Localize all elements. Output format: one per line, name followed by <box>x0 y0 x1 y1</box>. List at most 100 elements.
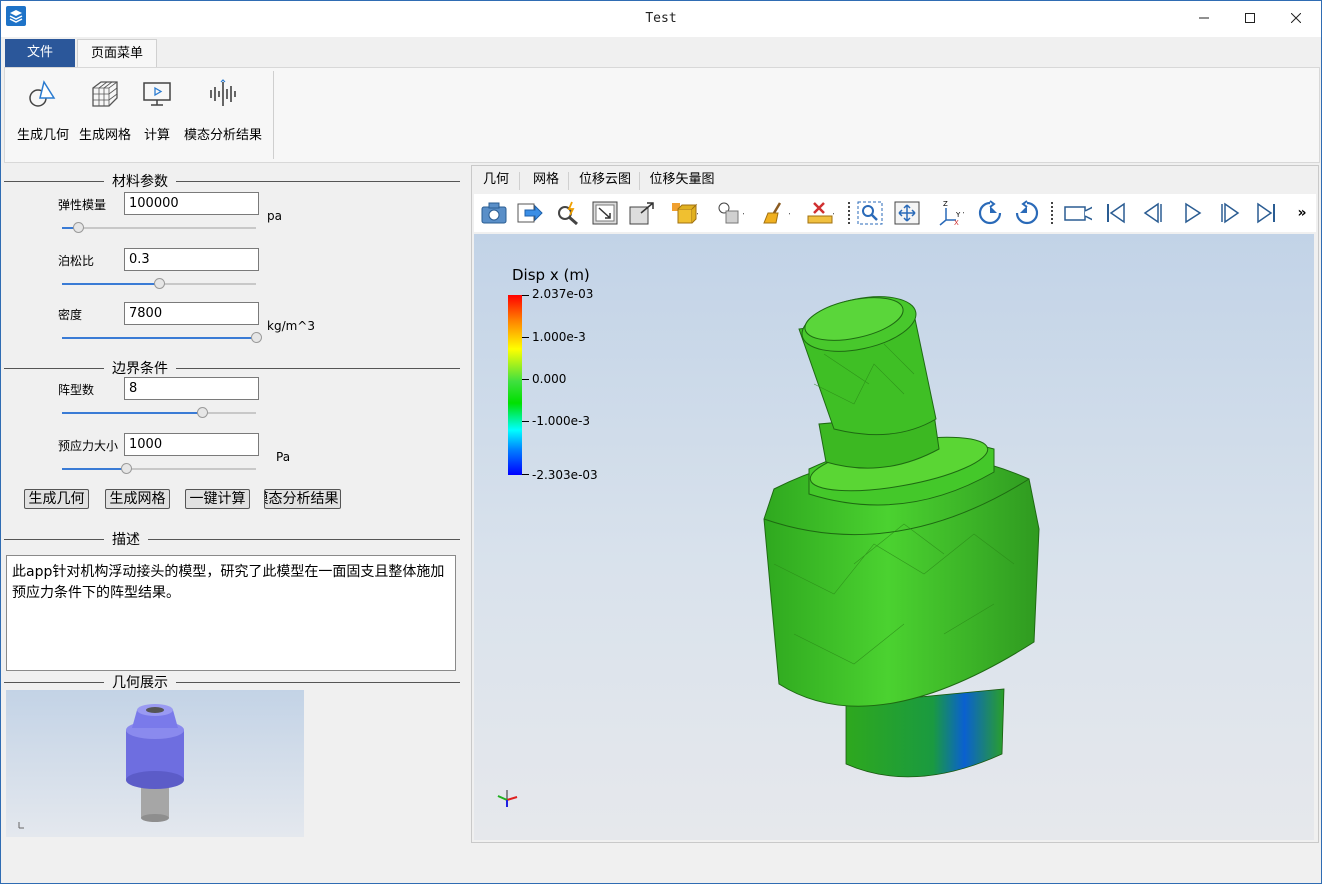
description-section-title: 描述 <box>104 529 148 549</box>
toolbar-separator <box>848 202 850 224</box>
lighting-button[interactable] <box>716 200 744 226</box>
geometry-model-image <box>18 704 184 829</box>
tab-separator <box>639 172 640 190</box>
ruler-button[interactable] <box>806 200 834 226</box>
rotate-ccw-button[interactable] <box>1013 200 1041 226</box>
maximize-icon <box>1245 13 1255 23</box>
next-frame-button[interactable] <box>1215 200 1243 226</box>
generate-mesh-button[interactable]: 生成网格 <box>105 489 170 509</box>
first-frame-button[interactable] <box>1102 200 1130 226</box>
viewer-panel: 几何 网格 位移云图 位移矢量图 Z Y X » Disp x (m) 2.03… <box>471 165 1319 843</box>
3d-viewport[interactable]: Disp x (m) 2.037e-03 1.000e-3 0.000 -1.0… <box>474 234 1314 840</box>
export-button[interactable] <box>516 200 544 226</box>
tab-file[interactable]: 文件 <box>5 39 75 68</box>
description-text: 此app针对机构浮动接头的模型，研究了此模型在一面固支且整体施加预应力条件下的阵… <box>6 555 456 671</box>
pan-button[interactable] <box>893 200 921 226</box>
close-button[interactable] <box>1273 1 1319 35</box>
prestress-input[interactable] <box>124 433 259 456</box>
skip-last-icon <box>1257 202 1275 224</box>
youngs-modulus-input[interactable] <box>124 192 259 215</box>
last-frame-button[interactable] <box>1252 200 1280 226</box>
move-icon <box>894 201 920 225</box>
boundary-section-title: 边界条件 <box>104 358 176 378</box>
toolbar-separator <box>1051 202 1053 224</box>
poisson-ratio-slider[interactable] <box>62 278 256 290</box>
monitor-play-icon <box>143 82 171 106</box>
rotate-clockwise-icon <box>978 200 1002 225</box>
search-lightning-icon <box>558 201 578 225</box>
mode-count-input[interactable] <box>124 377 259 400</box>
svg-text:X: X <box>954 219 959 226</box>
clear-button[interactable] <box>762 200 790 226</box>
slider-thumb[interactable] <box>72 222 84 233</box>
broom-icon <box>763 202 790 224</box>
display-mode-button[interactable] <box>670 200 698 226</box>
generate-geometry-button[interactable]: 生成几何 <box>24 489 89 509</box>
ruler-cross-icon <box>807 202 834 224</box>
maximize-button[interactable] <box>1227 1 1273 35</box>
export-arrow-icon <box>517 203 543 223</box>
ribbon-button-label: 生成几何 <box>16 128 69 143</box>
tab-separator <box>568 172 569 190</box>
parameter-panel: 材料参数 弹性模量 pa 泊松比 密度 kg/m^3 边界条件 阵型数 预应力大… <box>4 165 466 845</box>
rotate-cw-button[interactable] <box>976 200 1004 226</box>
window-title: Test <box>645 11 677 26</box>
play-icon <box>1185 202 1202 224</box>
toolbar-overflow-button[interactable]: » <box>1292 200 1312 226</box>
axes-button[interactable]: ZYX <box>936 200 964 226</box>
density-input[interactable] <box>124 302 259 325</box>
ribbon-button-label: 模态分析结果 <box>183 128 262 143</box>
slider-thumb[interactable] <box>154 278 165 289</box>
video-camera-icon <box>1064 206 1092 221</box>
prestress-unit: Pa <box>276 450 291 464</box>
ribbon-generate-geometry-button[interactable]: 生成几何 <box>15 74 71 143</box>
tab-geometry[interactable]: 几何 <box>478 170 514 192</box>
ribbon-compute-button[interactable]: 计算 <box>139 74 175 143</box>
poisson-ratio-input[interactable] <box>124 248 259 271</box>
step-forward-icon <box>1221 202 1240 224</box>
minimize-button[interactable] <box>1181 1 1227 35</box>
zoom-out-button[interactable] <box>628 200 656 226</box>
density-slider[interactable] <box>62 332 262 344</box>
geometry-preview <box>6 690 304 837</box>
tab-displacement-vector[interactable]: 位移矢量图 <box>644 170 720 192</box>
minimize-icon <box>1199 17 1209 19</box>
prestress-slider[interactable] <box>62 463 256 475</box>
tab-mesh[interactable]: 网格 <box>524 170 568 192</box>
ribbon-modal-results-button[interactable]: 模态分析结果 <box>181 74 265 143</box>
record-button[interactable] <box>1064 200 1092 226</box>
one-click-compute-button[interactable]: 一键计算 <box>185 489 250 509</box>
fit-view-button[interactable] <box>591 200 619 226</box>
youngs-modulus-slider[interactable] <box>62 222 256 234</box>
youngs-modulus-label: 弹性模量 <box>58 198 107 212</box>
group-divider <box>4 682 460 683</box>
ribbon-button-label: 计算 <box>143 128 170 143</box>
tab-displacement-contour[interactable]: 位移云图 <box>573 170 637 192</box>
mode-count-label: 阵型数 <box>58 383 95 397</box>
slider-thumb[interactable] <box>196 407 208 418</box>
mesh-icon <box>92 81 118 107</box>
ribbon-generate-mesh-button[interactable]: 生成网格 <box>77 74 133 143</box>
previous-frame-button[interactable] <box>1140 200 1168 226</box>
svg-text:Y: Y <box>955 211 961 219</box>
resize-icon <box>629 202 654 225</box>
tab-page-menu[interactable]: 页面菜单 <box>77 39 157 68</box>
app-window: Test 文件 页面菜单 生成几何 生成网格 计算 模态分析结果 材料参数 弹性… <box>0 0 1322 884</box>
modal-results-button[interactable]: 模态分析结果 <box>264 489 341 509</box>
tab-separator <box>519 172 520 190</box>
title-bar: Test <box>1 1 1321 37</box>
material-section-title: 材料参数 <box>104 171 176 191</box>
play-button[interactable] <box>1178 200 1206 226</box>
density-unit: kg/m^3 <box>267 319 315 333</box>
cube-color-icon <box>672 203 698 224</box>
zoom-box-button[interactable] <box>856 200 884 226</box>
ribbon-tabs: 文件 页面菜单 <box>4 38 1320 68</box>
screenshot-button[interactable] <box>480 200 508 226</box>
double-chevron-right-icon: » <box>1297 205 1307 221</box>
rotate-counterclockwise-icon <box>1015 200 1039 225</box>
slider-thumb[interactable] <box>121 463 133 474</box>
slider-thumb[interactable] <box>251 332 262 343</box>
mode-count-slider[interactable] <box>62 407 256 419</box>
close-icon <box>1291 13 1301 23</box>
probe-button[interactable] <box>554 200 582 226</box>
